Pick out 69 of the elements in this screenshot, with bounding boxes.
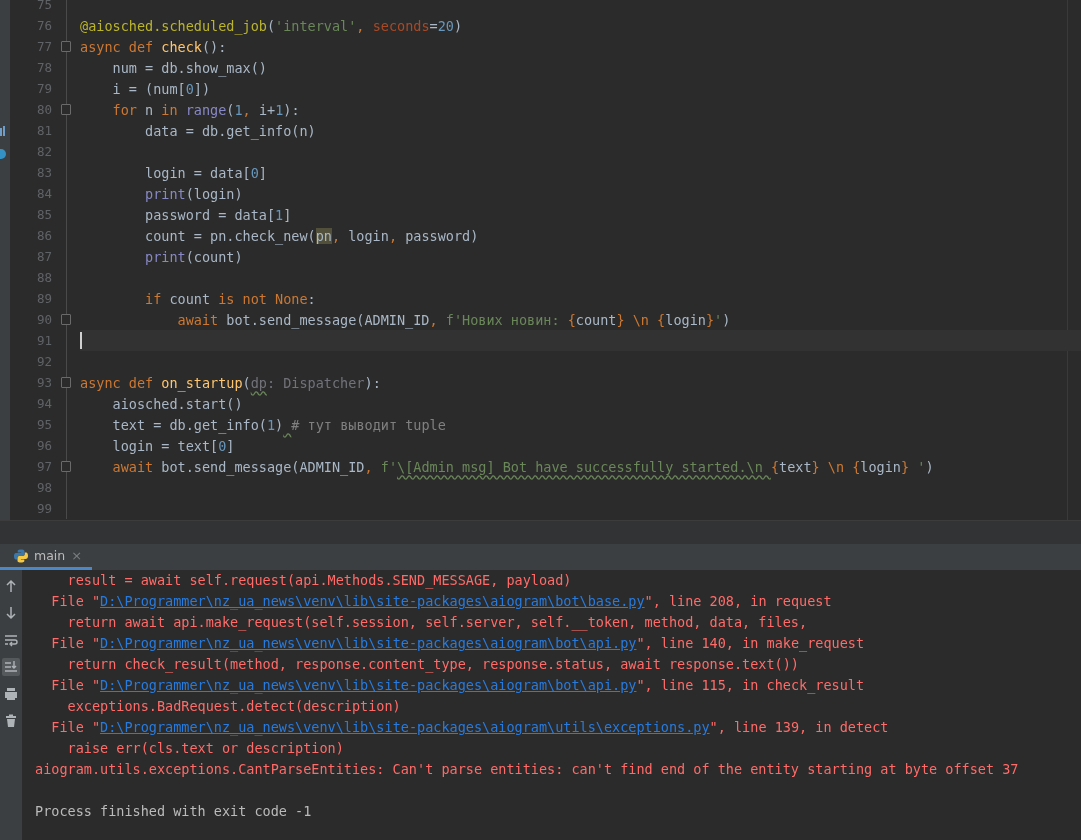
line-number: 82	[35, 144, 52, 159]
line-number: 93	[35, 375, 52, 390]
console-line: return await api.make_request(self.session, self.server, self.__token, method, data, files,	[66, 613, 809, 633]
console-line: File "D:\Programmer\nz_ua_news\venv\lib\site-packages\aiogram\bot\api.py", line 115, in check_result	[50, 676, 866, 696]
code-line: aiosched.start()	[111, 395, 243, 412]
print-icon[interactable]	[2, 685, 20, 703]
line-number: 99	[35, 501, 52, 516]
line-number: 79	[35, 81, 52, 96]
console-line: Process finished with exit code -1	[35, 802, 313, 821]
code-line: async def check():	[80, 38, 227, 55]
code-line: async def on_startup(dp: Dispatcher):	[80, 374, 381, 391]
file-link[interactable]: D:\Programmer\nz_ua_news\venv\lib\site-packages\aiogram\utils\exceptions.py	[100, 719, 710, 735]
console-line: File "D:\Programmer\nz_ua_news\venv\lib\site-packages\aiogram\bot\base.py", line 208, in request	[50, 592, 833, 612]
code-line: await bot.send_message(ADMIN_ID, f'\[Admin msg] Bot have successfully started.\n {text} \n {login} ')	[111, 458, 934, 475]
console-line: result = await self.request(api.Methods.SEND_MESSAGE, payload)	[66, 571, 573, 591]
fold-icon[interactable]	[61, 461, 71, 472]
python-icon	[14, 548, 28, 563]
line-number: 98	[35, 480, 52, 495]
file-link[interactable]: D:\Programmer\nz_ua_news\venv\lib\site-packages\aiogram\bot\api.py	[100, 635, 637, 651]
line-number: 75	[35, 0, 52, 12]
console-line: raise err(cls.text or description)	[66, 739, 345, 758]
close-button[interactable]: ×	[71, 548, 83, 563]
code-line: print(login)	[144, 185, 243, 202]
line-number: 94	[35, 396, 52, 411]
line-number: 95	[35, 417, 52, 432]
line-number: 92	[35, 354, 52, 369]
console-line: aiogram.utils.exceptions.CantParseEntities: Can't parse entities: can't find end of the entity starting at byte offset 37	[35, 760, 1020, 779]
line-number: 81	[35, 123, 52, 138]
text-cursor	[80, 332, 82, 349]
line-number: 77	[35, 39, 52, 54]
line-number: 85	[35, 207, 52, 222]
code-line: for n in range(1, i+1):	[111, 101, 300, 118]
fold-icon[interactable]	[61, 41, 71, 52]
fold-icon[interactable]	[61, 377, 71, 388]
line-number: 96	[35, 438, 52, 453]
bars-icon[interactable]	[0, 126, 6, 136]
code-line: i = (num[0])	[111, 80, 211, 97]
line-number: 80	[35, 102, 52, 117]
code-line: print(count)	[144, 248, 243, 265]
line-number: 91	[35, 333, 52, 348]
code-line: await bot.send_message(ADMIN_ID, f'Нових новин: {count} \n {login}')	[176, 311, 731, 328]
scroll-to-end-icon[interactable]	[2, 658, 20, 676]
file-link[interactable]: D:\Programmer\nz_ua_news\venv\lib\site-packages\aiogram\bot\base.py	[100, 593, 645, 609]
line-number: 78	[35, 60, 52, 75]
fold-icon[interactable]	[61, 104, 71, 115]
code-line: text = db.get_info(1) # тут выводит tuple	[111, 416, 446, 433]
console-line: return check_result(method, response.content_type, response.status, await response.text())	[66, 655, 800, 675]
line-number: 87	[35, 249, 52, 264]
console-line: exceptions.BadRequest.detect(description)	[66, 697, 402, 716]
line-number: 84	[35, 186, 52, 201]
line-number: 76	[35, 18, 52, 33]
code-line: data = db.get_info(n)	[144, 122, 316, 139]
line-number: 88	[35, 270, 52, 285]
line-number: 83	[35, 165, 52, 180]
line-number: 97	[35, 459, 52, 474]
code-line: password = data[1]	[144, 206, 292, 223]
console-line: File "D:\Programmer\nz_ua_news\venv\lib\site-packages\aiogram\bot\api.py", line 140, in make_request	[50, 634, 866, 654]
file-link[interactable]: D:\Programmer\nz_ua_news\venv\lib\site-packages\aiogram\bot\api.py	[100, 677, 637, 693]
fold-icon[interactable]	[61, 314, 71, 325]
code-line: count = pn.check_new(pn, login, password)	[144, 227, 479, 244]
code-line: login = text[0]	[111, 437, 235, 454]
code-line: login = data[0]	[144, 164, 267, 181]
code-line: @aiosched.scheduled_job('interval', seconds=20)	[80, 17, 463, 34]
line-number: 90	[35, 312, 52, 327]
console-line: File "D:\Programmer\nz_ua_news\venv\lib\site-packages\aiogram\utils\exceptions.py", line 139, in detect	[50, 718, 890, 738]
code-line: num = db.show_max()	[111, 59, 267, 76]
line-number: 86	[35, 228, 52, 243]
code-line: if count is not None:	[144, 290, 316, 307]
line-number: 89	[35, 291, 52, 306]
